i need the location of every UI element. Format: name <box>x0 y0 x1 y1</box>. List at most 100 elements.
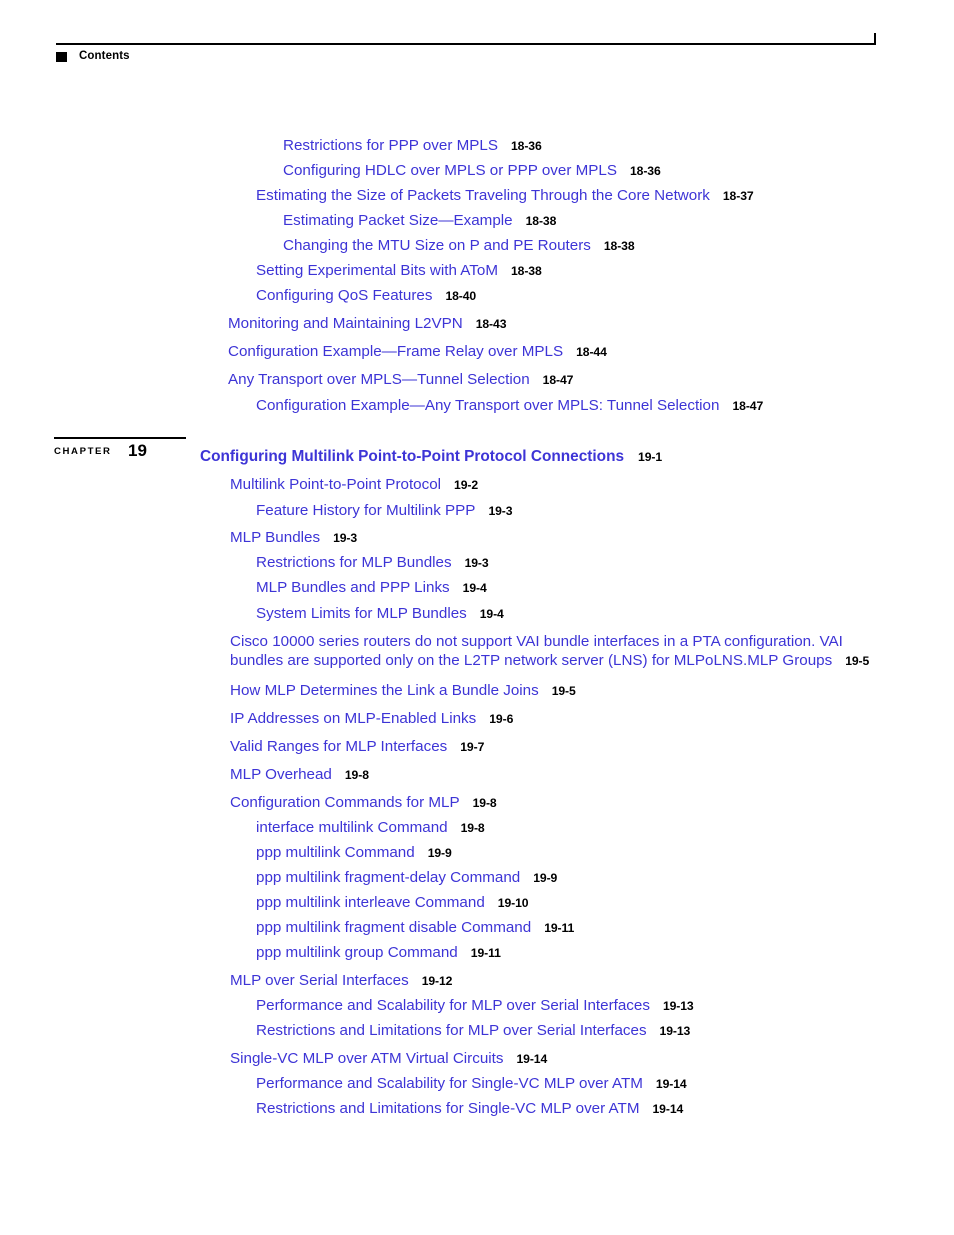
toc-entry-label: interface multilink Command <box>256 819 448 836</box>
toc-entry-label: System Limits for MLP Bundles <box>256 605 467 622</box>
toc-entry[interactable]: ppp multilink interleave Command 19-10 <box>256 893 529 913</box>
toc-entry-label: Setting Experimental Bits with AToM <box>256 262 498 279</box>
toc-entry-page: 19-1 <box>638 450 663 464</box>
toc-entry[interactable]: Configuration Commands for MLP 19-8 <box>230 793 497 813</box>
toc-entry[interactable]: System Limits for MLP Bundles 19-4 <box>256 604 504 624</box>
toc-entry-label: IP Addresses on MLP-Enabled Links <box>230 710 477 727</box>
toc-entry-label: Cisco 10000 series routers do not suppor… <box>230 633 843 669</box>
toc-entry-page: 18-38 <box>510 264 542 278</box>
toc-entry[interactable]: ppp multilink fragment disable Command 19… <box>256 918 574 938</box>
toc-entry-label: MLP over Serial Interfaces <box>230 972 409 989</box>
toc-entry[interactable]: Setting Experimental Bits with AToM 18-38 <box>256 261 542 281</box>
page-header: Contents <box>0 0 954 80</box>
toc-entry-label: MLP Overhead <box>230 766 332 783</box>
toc-page: Contents Restrictions for PPP over MPLS 1… <box>0 0 954 1235</box>
toc-entry-page: 18-38 <box>525 214 557 228</box>
toc-entry[interactable]: Valid Ranges for MLP Interfaces 19-7 <box>230 737 484 757</box>
toc-entry-page: 19-13 <box>659 1024 691 1038</box>
toc-entry[interactable]: Performance and Scalability for Single-V… <box>256 1074 687 1094</box>
toc-entry[interactable]: MLP Overhead 19-8 <box>230 765 369 785</box>
toc-entry-page: 19-9 <box>533 871 558 885</box>
toc-entry[interactable]: Configuration Example—Frame Relay over M… <box>228 342 607 362</box>
toc-entry-page: 19-3 <box>488 504 513 518</box>
toc-entry[interactable]: Restrictions and Limitations for Single-… <box>256 1099 683 1119</box>
toc-entry[interactable]: ppp multilink group Command 19-11 <box>256 943 501 963</box>
toc-entry-page: 19-14 <box>652 1102 684 1116</box>
toc-entry[interactable]: MLP over Serial Interfaces 19-12 <box>230 971 452 991</box>
toc-entry[interactable]: Monitoring and Maintaining L2VPN 18-43 <box>228 314 506 334</box>
toc-entry-label: Restrictions and Limitations for Single-… <box>256 1100 640 1117</box>
toc-entry[interactable]: Configuration Example—Any Transport over… <box>256 396 763 416</box>
toc-entry[interactable]: ppp multilink fragment-delay Command 19-9 <box>256 868 557 888</box>
toc-entry-page: 19-10 <box>497 896 529 910</box>
toc-entry[interactable]: Configuring QoS Features 18-40 <box>256 286 476 306</box>
toc-entry-page: 18-43 <box>475 317 507 331</box>
toc-entry[interactable]: Changing the MTU Size on P and PE Router… <box>283 236 635 256</box>
toc-entry[interactable]: Cisco 10000 series routers do not suppor… <box>230 632 878 671</box>
toc-entry-page: 19-3 <box>464 556 489 570</box>
toc-entry-page: 19-13 <box>662 999 694 1013</box>
toc-entry[interactable]: Any Transport over MPLS—Tunnel Selection… <box>228 370 573 390</box>
toc-entry-label: MLP Bundles <box>230 529 321 546</box>
toc-entry[interactable]: Configuring HDLC over MPLS or PPP over M… <box>283 161 661 181</box>
toc-entry-label: Performance and Scalability for Single-V… <box>256 1075 643 1092</box>
chapter-rule <box>54 437 186 439</box>
toc-entry-page: 19-4 <box>462 581 487 595</box>
toc-entry-page: 18-44 <box>576 345 607 359</box>
toc-entry-label: MLP Bundles and PPP Links <box>256 579 450 596</box>
toc-entry[interactable]: Estimating the Size of Packets Traveling… <box>256 186 754 206</box>
toc-entry-page: 19-3 <box>333 531 358 545</box>
toc-entry-label: How MLP Determines the Link a Bundle Joi… <box>230 682 539 699</box>
square-bullet-icon <box>56 52 67 62</box>
toc-entry-page: 19-5 <box>845 654 870 668</box>
toc-entry-label: ppp multilink fragment-delay Command <box>256 869 521 886</box>
header-rule-tick <box>874 33 876 45</box>
toc-entry-page: 19-12 <box>421 974 453 988</box>
toc-entry[interactable]: Single-VC MLP over ATM Virtual Circuits 1… <box>230 1049 547 1069</box>
toc-entry-label: Configuration Example—Frame Relay over M… <box>228 343 564 360</box>
toc-entry-label: Monitoring and Maintaining L2VPN <box>228 315 463 332</box>
toc-entry-page: 18-47 <box>732 399 764 413</box>
toc-entry-label: Configuring Multilink Point-to-Point Pro… <box>200 448 625 465</box>
chapter-number: 19 <box>128 441 147 460</box>
toc-entry[interactable]: MLP Bundles 19-3 <box>230 528 357 548</box>
toc-entry-page: 18-38 <box>603 239 635 253</box>
toc-entry-page: 19-5 <box>551 684 576 698</box>
toc-entry-label: ppp multilink group Command <box>256 944 458 961</box>
toc-entry[interactable]: Restrictions for PPP over MPLS 18-36 <box>283 136 542 156</box>
toc-entry[interactable]: MLP Bundles and PPP Links 19-4 <box>256 578 487 598</box>
toc-entry-label: Estimating the Size of Packets Traveling… <box>256 187 710 204</box>
toc-entry-label: Restrictions for MLP Bundles <box>256 554 452 571</box>
toc-entry-page: 19-11 <box>544 921 575 935</box>
toc-entry-page: 19-6 <box>489 712 514 726</box>
toc-entry[interactable]: Estimating Packet Size—Example 18-38 <box>283 211 556 231</box>
toc-entry[interactable]: interface multilink Command 19-8 <box>256 818 485 838</box>
toc-entry[interactable]: Restrictions and Limitations for MLP ove… <box>256 1021 690 1041</box>
toc-entry-page: 19-8 <box>344 768 369 782</box>
toc-entry[interactable]: Performance and Scalability for MLP over… <box>256 996 694 1016</box>
toc-entry-label: ppp multilink fragment disable Command <box>256 919 532 936</box>
toc-entry[interactable]: IP Addresses on MLP-Enabled Links 19-6 <box>230 709 513 729</box>
toc-entry-page: 19-4 <box>479 607 504 621</box>
toc-entry-page: 18-36 <box>510 139 542 153</box>
toc-entry-label: Single-VC MLP over ATM Virtual Circuits <box>230 1050 504 1067</box>
toc-entry[interactable]: Feature History for Multilink PPP 19-3 <box>256 501 513 521</box>
toc-entry-label: Performance and Scalability for MLP over… <box>256 997 650 1014</box>
toc-entry[interactable]: How MLP Determines the Link a Bundle Joi… <box>230 681 576 701</box>
toc-entry-label: ppp multilink Command <box>256 844 415 861</box>
toc-entry[interactable]: ppp multilink Command 19-9 <box>256 843 452 863</box>
toc-entry-page: 18-36 <box>629 164 661 178</box>
toc-entry[interactable]: Restrictions for MLP Bundles 19-3 <box>256 553 489 573</box>
toc-entry-label: Configuration Example—Any Transport over… <box>256 397 720 414</box>
toc-entry-page: 19-14 <box>516 1052 548 1066</box>
toc-entry-chapter-title[interactable]: Configuring Multilink Point-to-Point Pro… <box>200 447 662 467</box>
toc-entry-page: 19-14 <box>655 1077 687 1091</box>
toc-entry-label: ppp multilink interleave Command <box>256 894 485 911</box>
page-footer: Cisco 10000 Series Router Software Confi… <box>0 1135 954 1235</box>
toc-entry-page: 19-9 <box>427 846 452 860</box>
chapter-label: CHAPTER <box>54 446 112 457</box>
toc-entry[interactable]: Multilink Point-to-Point Protocol 19-2 <box>230 475 478 495</box>
toc-entry-label: Valid Ranges for MLP Interfaces <box>230 738 448 755</box>
toc-entry-page: 18-40 <box>445 289 477 303</box>
toc-entry-page: 19-8 <box>472 796 497 810</box>
